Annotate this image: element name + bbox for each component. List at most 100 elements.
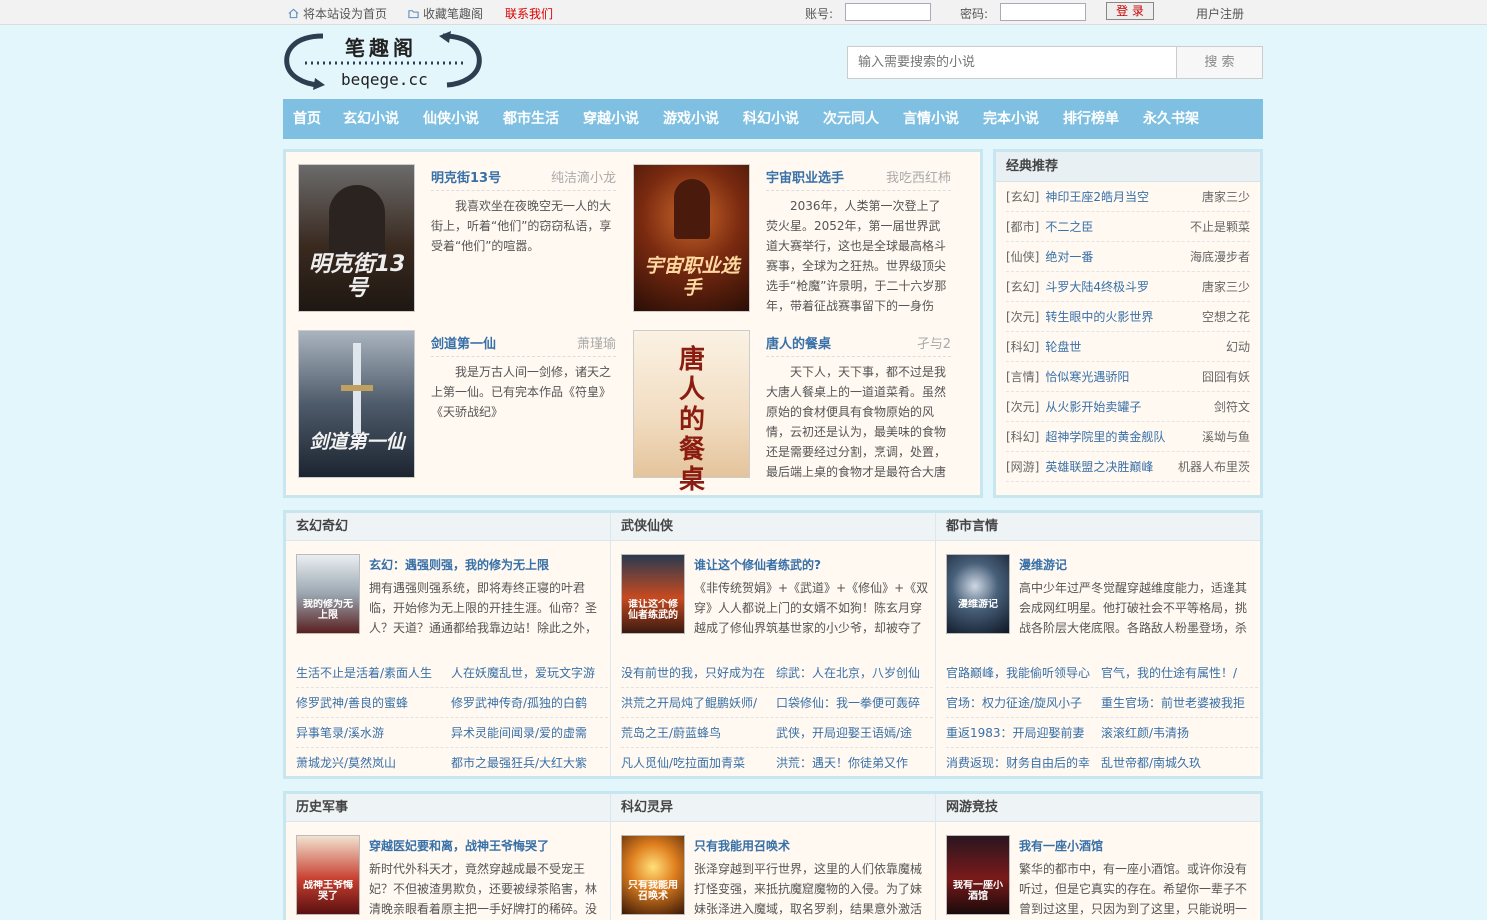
book-link[interactable]: 官路巅峰，我能偷听领导心: [946, 658, 1094, 688]
book-link[interactable]: 重返1983：开局迎娶前妻: [946, 718, 1094, 748]
book-link[interactable]: 洪荒：遇天！你徒弟又作: [776, 748, 924, 776]
book-cover[interactable]: 剑道第一仙: [298, 330, 415, 478]
book-link[interactable]: 武侠，开局迎娶王语嫣/途: [776, 718, 924, 748]
site-logo[interactable]: 笔趣阁 beqege.cc: [283, 30, 483, 94]
book-author[interactable]: 我吃西红柿: [886, 167, 951, 186]
featured-book[interactable]: 剑道第一仙 剑道第一仙 萧瑾瑜 我是万古人间一剑修，诸天之上第一仙。已有完本作品…: [298, 330, 616, 480]
login-button[interactable]: 登 录: [1106, 2, 1154, 20]
item-title[interactable]: 从火影开始卖罐子: [1045, 400, 1141, 414]
item-title[interactable]: 不二之臣: [1045, 220, 1093, 234]
featured-book[interactable]: 漫维游记 漫维游记 高中少年过严冬觉醒穿越维度能力，适逢其会成网红明星。他打破社会不…: [946, 554, 1260, 636]
contact-link[interactable]: 联系我们: [505, 5, 553, 22]
nav-item[interactable]: 完本小说: [983, 99, 1039, 139]
list-item[interactable]: [都市] 不二之臣 不止是颗菜: [1006, 212, 1250, 242]
nav-item[interactable]: 科幻小说: [743, 99, 799, 139]
featured-book[interactable]: 战神王爷悔哭了 穿越医妃要和离，战神王爷悔哭了 新时代外科天才，竟然穿越成最不受宠王…: [296, 835, 610, 917]
book-link[interactable]: 异术灵能间闻录/爱的虚需: [451, 718, 599, 748]
book-cover[interactable]: 我的修为无上限: [296, 554, 360, 634]
book-cover[interactable]: 只有我能用召唤术: [621, 835, 685, 915]
nav-item[interactable]: 仙侠小说: [423, 99, 479, 139]
book-link[interactable]: 乱世帝都/南城久玖: [1101, 748, 1249, 776]
book-cover[interactable]: 战神王爷悔哭了: [296, 835, 360, 915]
book-link[interactable]: 修罗武神传奇/孤独的白鹤: [451, 688, 599, 718]
featured-book[interactable]: 明克街13号 明克街13号 纯洁滴小龙 我喜欢坐在夜晚空无一人的大街上，听着“他…: [298, 164, 616, 314]
nav-item[interactable]: 游戏小说: [663, 99, 719, 139]
list-item[interactable]: [仙侠] 绝对一番 海底漫步者: [1006, 242, 1250, 272]
featured-book[interactable]: 我的修为无上限 玄幻：遇强则强，我的修为无上限 拥有遇强则强系统，即将寿终正寝的叶君…: [296, 554, 610, 636]
item-author[interactable]: 空想之花: [1202, 302, 1250, 332]
item-author[interactable]: 剑符文: [1214, 392, 1250, 422]
book-link[interactable]: 没有前世的我，只好成为在: [621, 658, 769, 688]
password-input[interactable]: [1000, 3, 1086, 21]
nav-item[interactable]: 永久书架: [1143, 99, 1199, 139]
book-cover[interactable]: 漫维游记: [946, 554, 1010, 634]
book-title[interactable]: 穿越医妃要和离，战神王爷悔哭了: [369, 837, 549, 854]
nav-item[interactable]: 首页: [293, 99, 321, 139]
item-author[interactable]: 机器人布里茨: [1178, 452, 1250, 482]
list-item[interactable]: [玄幻] 神印王座2皓月当空 唐家三少: [1006, 182, 1250, 212]
book-cover[interactable]: 明克街13号: [298, 164, 415, 312]
featured-book[interactable]: 谁让这个修仙者练武的 谁让这个修仙者练武的? 《非传统贺娟》+《武道》+《修仙》+《…: [621, 554, 935, 636]
item-title[interactable]: 绝对一番: [1045, 250, 1093, 264]
list-item[interactable]: [网游] 英雄联盟之决胜巅峰 机器人布里茨: [1006, 452, 1250, 482]
nav-item[interactable]: 都市生活: [503, 99, 559, 139]
book-title[interactable]: 明克街13号: [431, 167, 501, 186]
book-link[interactable]: 官场：权力征途/旋风小子: [946, 688, 1094, 718]
book-link[interactable]: 修罗武神/善良的蜜蜂: [296, 688, 444, 718]
book-link[interactable]: 重生官场：前世老婆被我拒: [1101, 688, 1249, 718]
book-link[interactable]: 洪荒之开局炖了鲲鹏妖师/: [621, 688, 769, 718]
item-title[interactable]: 轮盘世: [1045, 340, 1081, 354]
set-home-link[interactable]: 将本站设为首页: [288, 5, 387, 22]
list-item[interactable]: [科幻] 轮盘世 幻动: [1006, 332, 1250, 362]
book-title[interactable]: 漫维游记: [1019, 556, 1067, 573]
book-link[interactable]: 荒岛之王/蔚蓝蜂鸟: [621, 718, 769, 748]
book-cover[interactable]: 宇宙职业选手: [633, 164, 750, 312]
nav-item[interactable]: 次元同人: [823, 99, 879, 139]
nav-item[interactable]: 言情小说: [903, 99, 959, 139]
nav-item[interactable]: 玄幻小说: [343, 99, 399, 139]
featured-book[interactable]: 唐人的餐桌 唐人的餐桌 孑与2 天下人，天下事，都不过是我大唐人餐桌上的一道道菜…: [633, 330, 951, 495]
item-title[interactable]: 超神学院里的黄金舰队: [1045, 430, 1165, 444]
featured-book[interactable]: 只有我能用召唤术 只有我能用召唤术 张泽穿越到平行世界，这里的人们依靠魔械打怪变强，…: [621, 835, 935, 917]
bookmark-link[interactable]: 收藏笔趣阁: [408, 5, 483, 22]
search-input[interactable]: [847, 46, 1177, 79]
book-link[interactable]: 口袋修仙：我一拳便可轰碎: [776, 688, 924, 718]
item-author[interactable]: 不止是颗菜: [1190, 212, 1250, 242]
item-author[interactable]: 溪坳与鱼: [1202, 422, 1250, 452]
item-author[interactable]: 唐家三少: [1202, 182, 1250, 212]
book-link[interactable]: 官气，我的仕途有属性！/: [1101, 658, 1249, 688]
item-title[interactable]: 英雄联盟之决胜巅峰: [1045, 460, 1153, 474]
book-link[interactable]: 异事笔录/溪水游: [296, 718, 444, 748]
book-title[interactable]: 谁让这个修仙者练武的?: [694, 556, 821, 573]
book-link[interactable]: 都市之最强狂兵/大红大紫: [451, 748, 599, 776]
account-input[interactable]: [845, 3, 931, 21]
item-title[interactable]: 神印王座2皓月当空: [1045, 190, 1149, 204]
book-title[interactable]: 只有我能用召唤术: [694, 837, 790, 854]
list-item[interactable]: [言情] 恰似寒光遇骄阳 囧囧有妖: [1006, 362, 1250, 392]
book-link[interactable]: 滚滚红颜/韦清扬: [1101, 718, 1249, 748]
item-author[interactable]: 海底漫步者: [1190, 242, 1250, 272]
book-title[interactable]: 唐人的餐桌: [766, 333, 831, 352]
nav-item[interactable]: 排行榜单: [1063, 99, 1119, 139]
nav-item[interactable]: 穿越小说: [583, 99, 639, 139]
book-title[interactable]: 宇宙职业选手: [766, 167, 844, 186]
search-button[interactable]: 搜 索: [1176, 46, 1263, 79]
book-cover[interactable]: 谁让这个修仙者练武的: [621, 554, 685, 634]
book-cover[interactable]: 我有一座小酒馆: [946, 835, 1010, 915]
book-link[interactable]: 萧城龙兴/莫然岚山: [296, 748, 444, 776]
featured-book[interactable]: 我有一座小酒馆 我有一座小酒馆 繁华的都市中，有一座小酒馆。或许你没有听过，但是它真…: [946, 835, 1260, 917]
item-title[interactable]: 转生眼中的火影世界: [1045, 310, 1153, 324]
register-link[interactable]: 用户注册: [1196, 5, 1244, 22]
book-title[interactable]: 玄幻：遇强则强，我的修为无上限: [369, 556, 549, 573]
book-link[interactable]: 消费返现：财务自由后的幸: [946, 748, 1094, 776]
item-title[interactable]: 斗罗大陆4终极斗罗: [1045, 280, 1149, 294]
book-link[interactable]: 凡人觅仙/吃拉面加青菜: [621, 748, 769, 776]
book-author[interactable]: 萧瑾瑜: [577, 333, 616, 352]
list-item[interactable]: [玄幻] 斗罗大陆4终极斗罗 唐家三少: [1006, 272, 1250, 302]
item-author[interactable]: 囧囧有妖: [1202, 362, 1250, 392]
list-item[interactable]: [科幻] 超神学院里的黄金舰队 溪坳与鱼: [1006, 422, 1250, 452]
book-author[interactable]: 孑与2: [917, 333, 951, 352]
featured-book[interactable]: 宇宙职业选手 宇宙职业选手 我吃西红柿 2036年，人类第一次登上了荧火星。20…: [633, 164, 951, 314]
list-item[interactable]: [次元] 从火影开始卖罐子 剑符文: [1006, 392, 1250, 422]
item-author[interactable]: 唐家三少: [1202, 272, 1250, 302]
